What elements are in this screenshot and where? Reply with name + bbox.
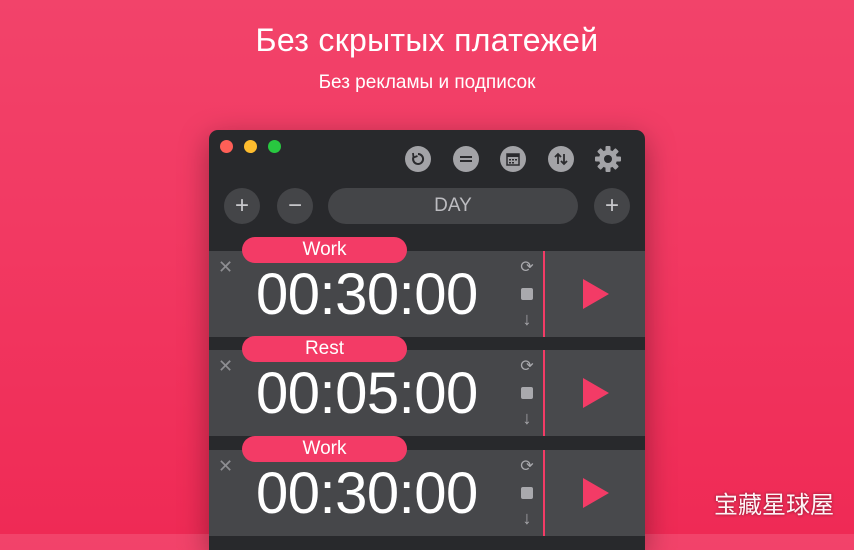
- loop-icon[interactable]: ⟳: [517, 257, 537, 277]
- reset-icon[interactable]: [405, 146, 431, 172]
- close-icon[interactable]: ✕: [218, 357, 233, 375]
- play-icon: [583, 378, 609, 408]
- watermark: 宝藏星球屋: [714, 491, 834, 519]
- window-close-button[interactable]: [220, 140, 233, 153]
- timer-row: ✕ 00:05:00 ⟳ ↓ Rest: [209, 336, 645, 436]
- equal-icon[interactable]: [453, 146, 479, 172]
- mode-selector[interactable]: DAY: [328, 188, 578, 224]
- arrow-down-icon[interactable]: ↓: [517, 408, 537, 429]
- stop-icon[interactable]: [521, 487, 533, 499]
- play-icon: [583, 478, 609, 508]
- calendar-icon[interactable]: [500, 146, 526, 172]
- timer-label[interactable]: Work: [242, 237, 407, 263]
- timer-row: ✕ 00:30:00 ⟳ ↓ Work: [209, 436, 645, 536]
- stop-icon[interactable]: [521, 288, 533, 300]
- add-right-button[interactable]: +: [594, 188, 630, 224]
- timer-time: 00:30:00: [256, 461, 478, 526]
- promo-subheadline: Без рекламы и подписок: [318, 72, 536, 93]
- promo-headline: Без скрытых платежей: [255, 22, 599, 58]
- timer-row: ✕ 00:30:00 ⟳ ↓ Work: [209, 237, 645, 337]
- loop-icon[interactable]: ⟳: [517, 456, 537, 476]
- timer-label[interactable]: Work: [242, 436, 407, 462]
- play-icon: [583, 279, 609, 309]
- window-minimize-button[interactable]: [244, 140, 257, 153]
- play-button[interactable]: [545, 350, 645, 436]
- play-button[interactable]: [545, 450, 645, 536]
- add-timer-button[interactable]: +: [224, 188, 260, 224]
- sort-icon[interactable]: [548, 146, 574, 172]
- remove-timer-button[interactable]: −: [277, 188, 313, 224]
- stop-icon[interactable]: [521, 387, 533, 399]
- timer-time: 00:05:00: [256, 361, 478, 426]
- play-button[interactable]: [545, 251, 645, 337]
- app-window: + − DAY + ✕ 00:30:00 ⟳ ↓ Work ✕ 00:05:00…: [209, 130, 645, 550]
- close-icon[interactable]: ✕: [218, 258, 233, 276]
- timer-label[interactable]: Rest: [242, 336, 407, 362]
- window-maximize-button[interactable]: [268, 140, 281, 153]
- close-icon[interactable]: ✕: [218, 457, 233, 475]
- timer-time: 00:30:00: [256, 262, 478, 327]
- arrow-down-icon[interactable]: ↓: [517, 309, 537, 330]
- gear-icon[interactable]: [594, 145, 622, 173]
- loop-icon[interactable]: ⟳: [517, 356, 537, 376]
- arrow-down-icon[interactable]: ↓: [517, 508, 537, 529]
